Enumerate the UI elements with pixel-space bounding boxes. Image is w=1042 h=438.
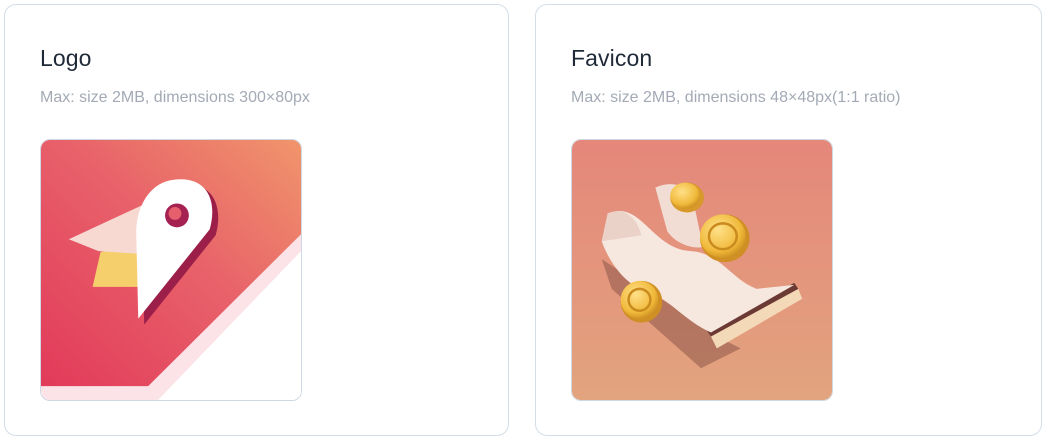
favicon-card-title: Favicon bbox=[571, 45, 653, 71]
logo-upload-card: Logo Max: size 2MB, dimensions 300×80px bbox=[4, 4, 509, 436]
logo-upload-preview[interactable] bbox=[40, 139, 302, 401]
favicon-size-hint: Max: size 2MB, dimensions 48×48px(1:1 ra… bbox=[571, 89, 901, 106]
logo-card-title: Logo bbox=[40, 45, 92, 71]
map-pin-bird-logo-icon bbox=[41, 140, 301, 400]
favicon-upload-card: Favicon Max: size 2MB, dimensions 48×48p… bbox=[535, 4, 1042, 436]
favicon-upload-preview[interactable] bbox=[571, 139, 833, 401]
logo-size-hint: Max: size 2MB, dimensions 300×80px bbox=[40, 89, 310, 106]
receipt-coins-favicon-icon bbox=[572, 140, 832, 400]
